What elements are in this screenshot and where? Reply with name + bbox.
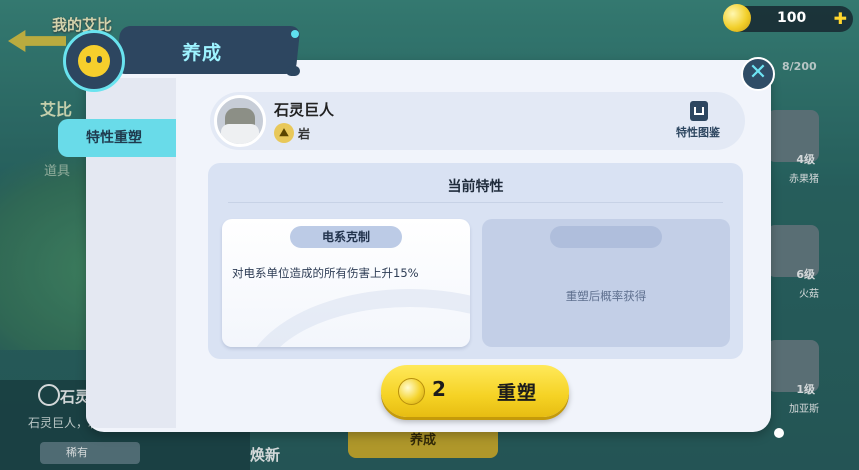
new-trait-placeholder [550, 226, 662, 248]
dialog-title: 养成 [182, 42, 223, 64]
currency-value: 100 [777, 10, 807, 26]
logo-eye [97, 56, 102, 63]
current-trait-name: 电系克制 [290, 226, 402, 248]
dialog-decoration [774, 428, 784, 438]
trait-codex-button[interactable]: 特性图鉴 [676, 124, 720, 140]
reshape-label[interactable]: 重塑 [497, 378, 537, 405]
banner-decoration [291, 30, 299, 38]
trait-section-title: 当前特性 [447, 179, 504, 195]
character-avatar [214, 95, 266, 147]
new-trait-hint: 重塑后概率获得 [565, 289, 647, 303]
coin-icon [398, 378, 425, 405]
tab-trait-reshape[interactable]: 特性重塑 [58, 119, 176, 157]
close-button[interactable]: ✕ [741, 57, 775, 91]
element-label: 岩 [298, 127, 311, 141]
rock-element-icon: ⛰ [274, 123, 294, 143]
current-trait-description: 对电系单位造成的所有伤害上升15% [232, 266, 419, 280]
logo-eye [86, 56, 91, 63]
currency-counter: 100 ✚ [723, 4, 853, 32]
character-name: 石灵巨人 [274, 101, 335, 119]
banner-decoration [286, 66, 300, 76]
reshape-cost: 2 [432, 377, 446, 401]
logo-face [78, 45, 110, 77]
coin-icon [723, 4, 751, 32]
plus-icon[interactable]: ✚ [834, 11, 847, 27]
avatar-body [221, 124, 259, 144]
divider [228, 202, 723, 203]
pet-face-icon [63, 30, 125, 92]
book-icon[interactable] [690, 101, 708, 121]
